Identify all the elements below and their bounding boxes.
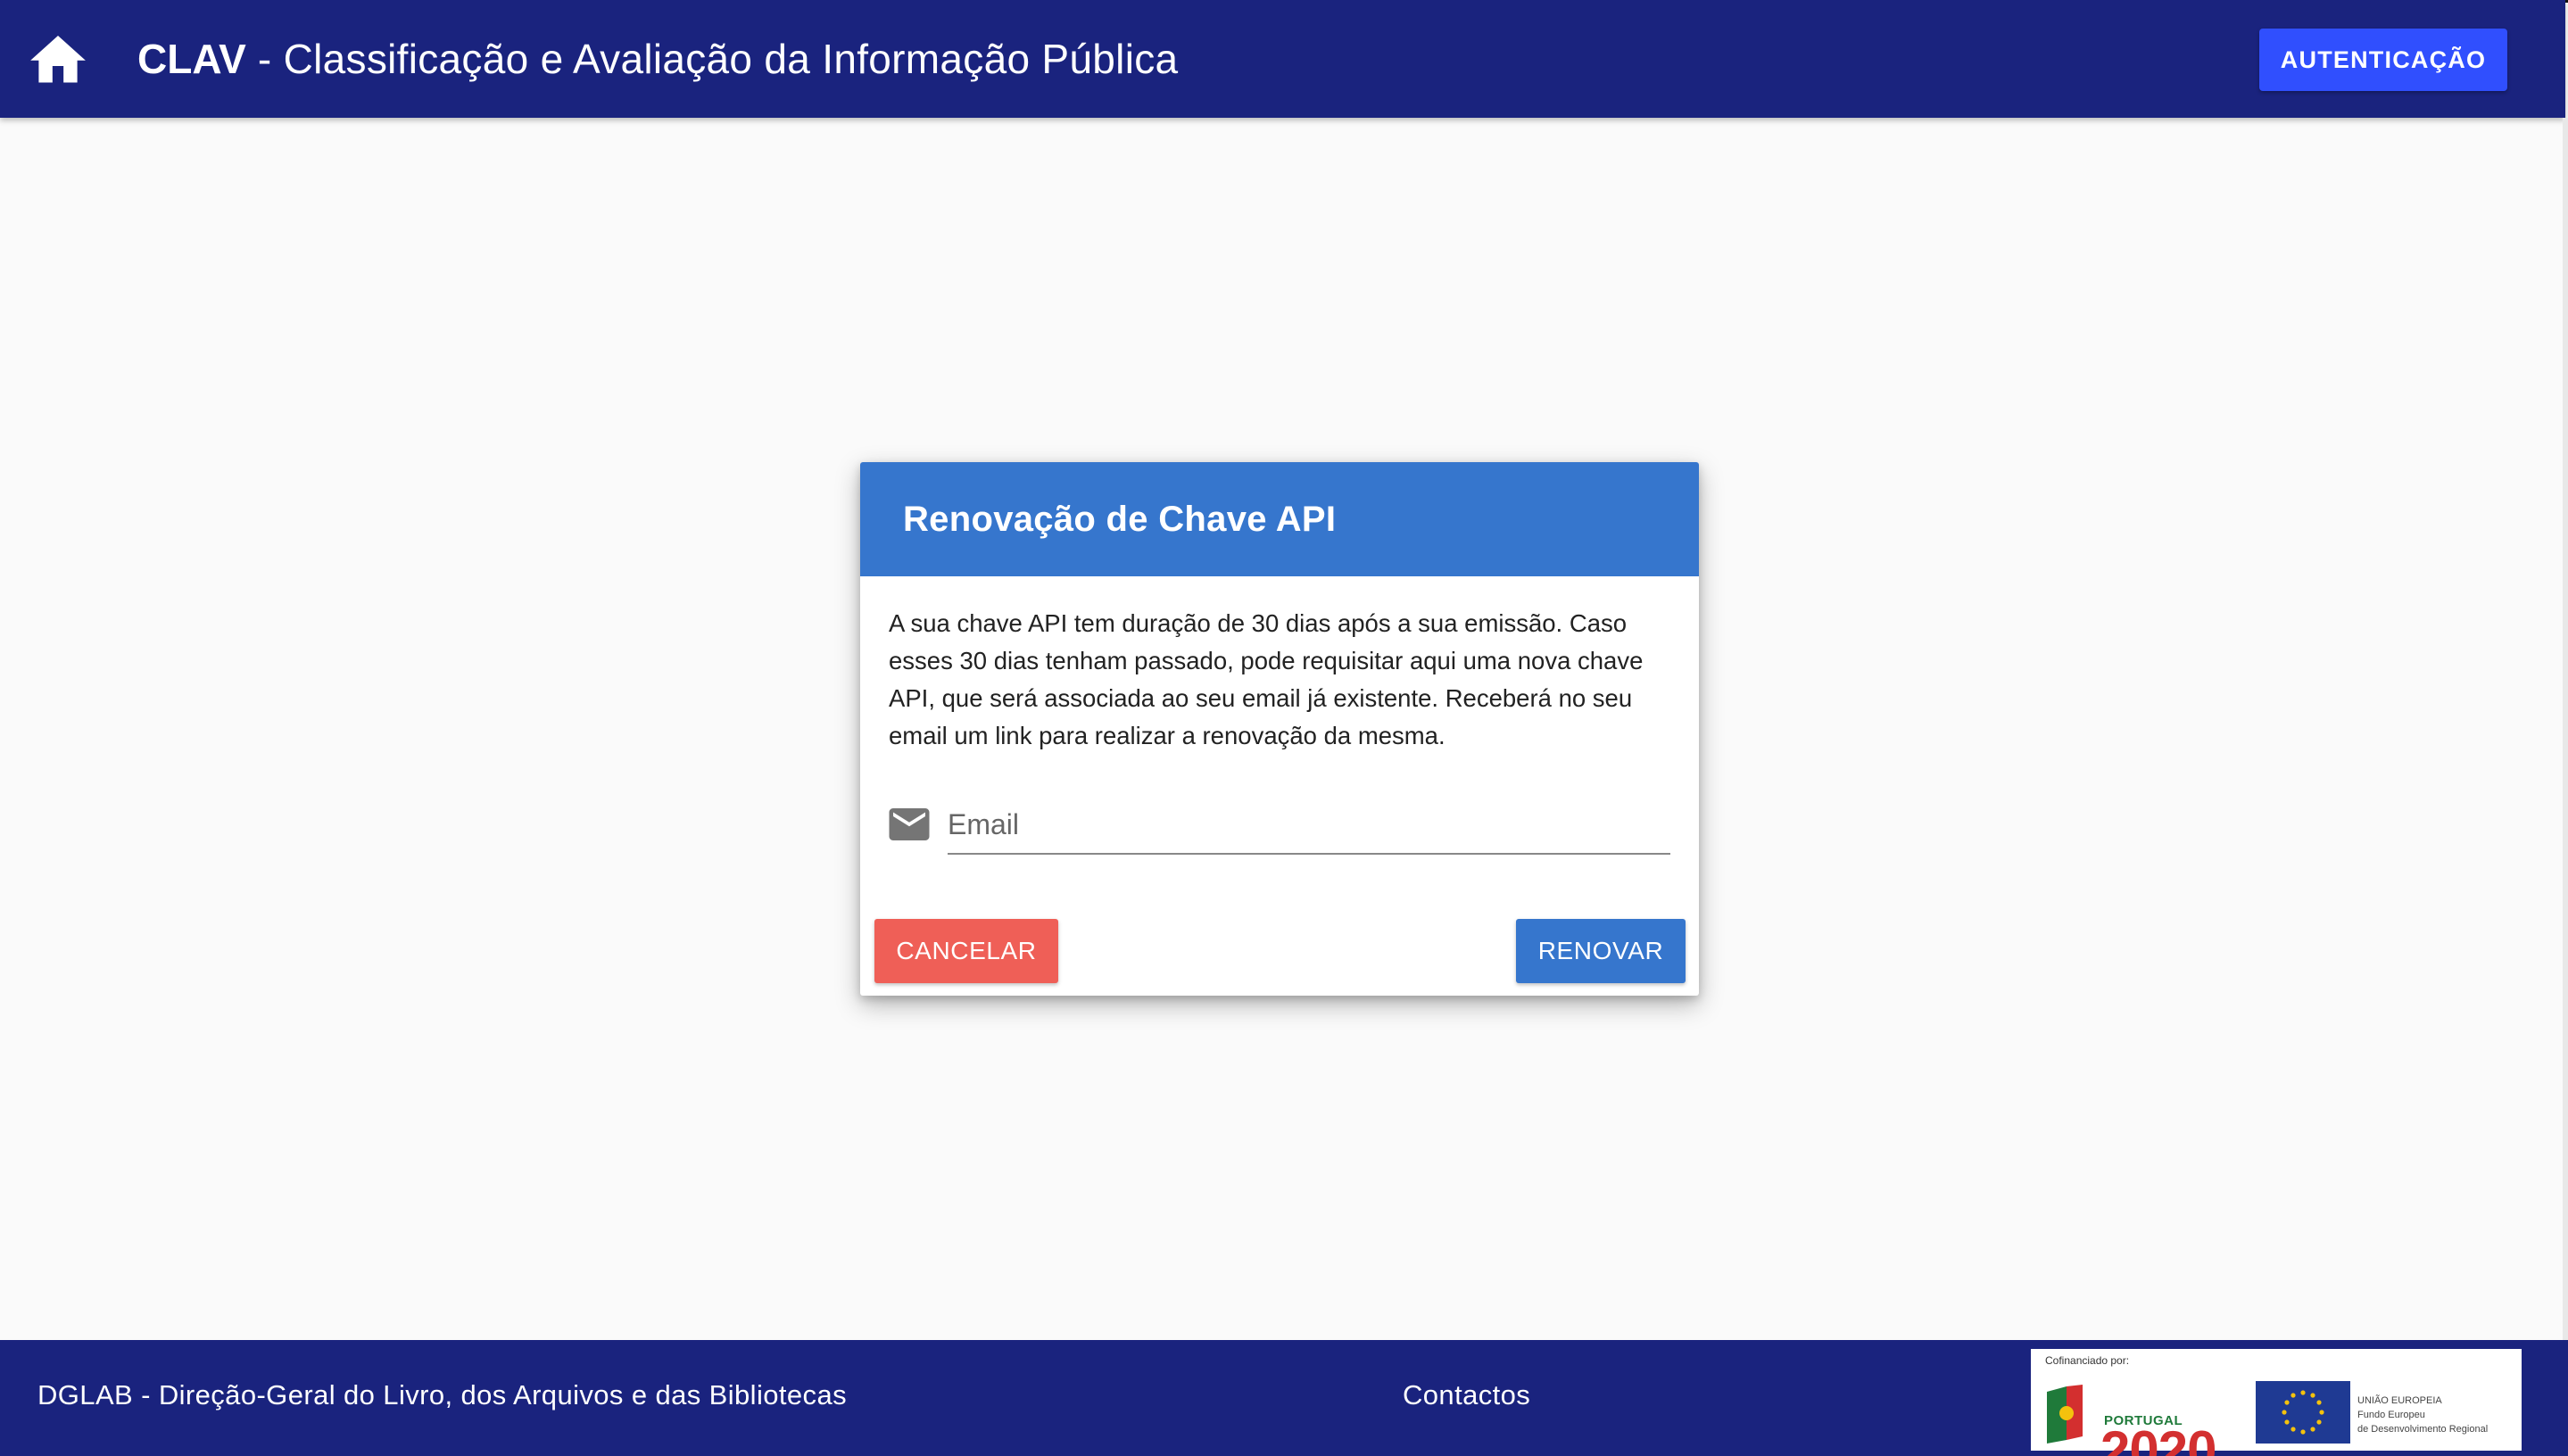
page-scroll-edge	[2563, 118, 2568, 1340]
home-button[interactable]	[27, 30, 89, 89]
eu-flag-icon	[2256, 1381, 2350, 1444]
dialog-header: Renovação de Chave API	[860, 462, 1699, 576]
top-app-bar: CLAV - Classificação e Avaliação da Info…	[0, 0, 2565, 118]
cofinanced-label: Cofinanciado por:	[2045, 1354, 2130, 1367]
email-input[interactable]	[948, 790, 1670, 855]
app-title: CLAV - Classificação e Avaliação da Info…	[137, 32, 1178, 86]
dialog-description: A sua chave API tem duração de 30 dias a…	[889, 609, 1644, 749]
footer-organization: DGLAB - Direção-Geral do Livro, dos Arqu…	[37, 1379, 847, 1410]
app-brand: CLAV	[137, 36, 246, 82]
api-key-renewal-dialog: Renovação de Chave API A sua chave API t…	[860, 462, 1699, 996]
portugal-flag-icon	[2047, 1385, 2083, 1444]
eu-line-1: UNIÃO EUROPEIA	[2357, 1395, 2442, 1406]
dialog-title: Renovação de Chave API	[903, 499, 1337, 539]
footer: DGLAB - Direção-Geral do Livro, dos Arqu…	[0, 1340, 2568, 1456]
portugal-2020-logo: PORTUGAL 2020	[2043, 1377, 2240, 1456]
eu-line-3: de Desenvolvimento Regional	[2357, 1424, 2489, 1435]
eu-line-2: Fundo Europeu	[2357, 1410, 2425, 1420]
contacts-link[interactable]: Contactos	[1403, 1379, 1530, 1411]
mail-icon	[889, 808, 930, 840]
program-year: 2020	[2100, 1420, 2216, 1456]
authentication-button[interactable]: AUTENTICAÇÃO	[2259, 29, 2507, 91]
renew-button[interactable]: RENOVAR	[1516, 919, 1686, 983]
cancel-button[interactable]: CANCELAR	[874, 919, 1058, 983]
app-subtitle: - Classificação e Avaliação da Informaçã…	[245, 36, 1179, 82]
email-field-row	[889, 790, 1674, 858]
home-icon	[30, 36, 86, 83]
cofinancing-logos: Cofinanciado por: PORTUGAL 2020 UNIÃO EU	[2031, 1349, 2522, 1456]
eu-fund-text: UNIÃO EUROPEIA Fundo Europeu de Desenvol…	[2357, 1394, 2488, 1436]
